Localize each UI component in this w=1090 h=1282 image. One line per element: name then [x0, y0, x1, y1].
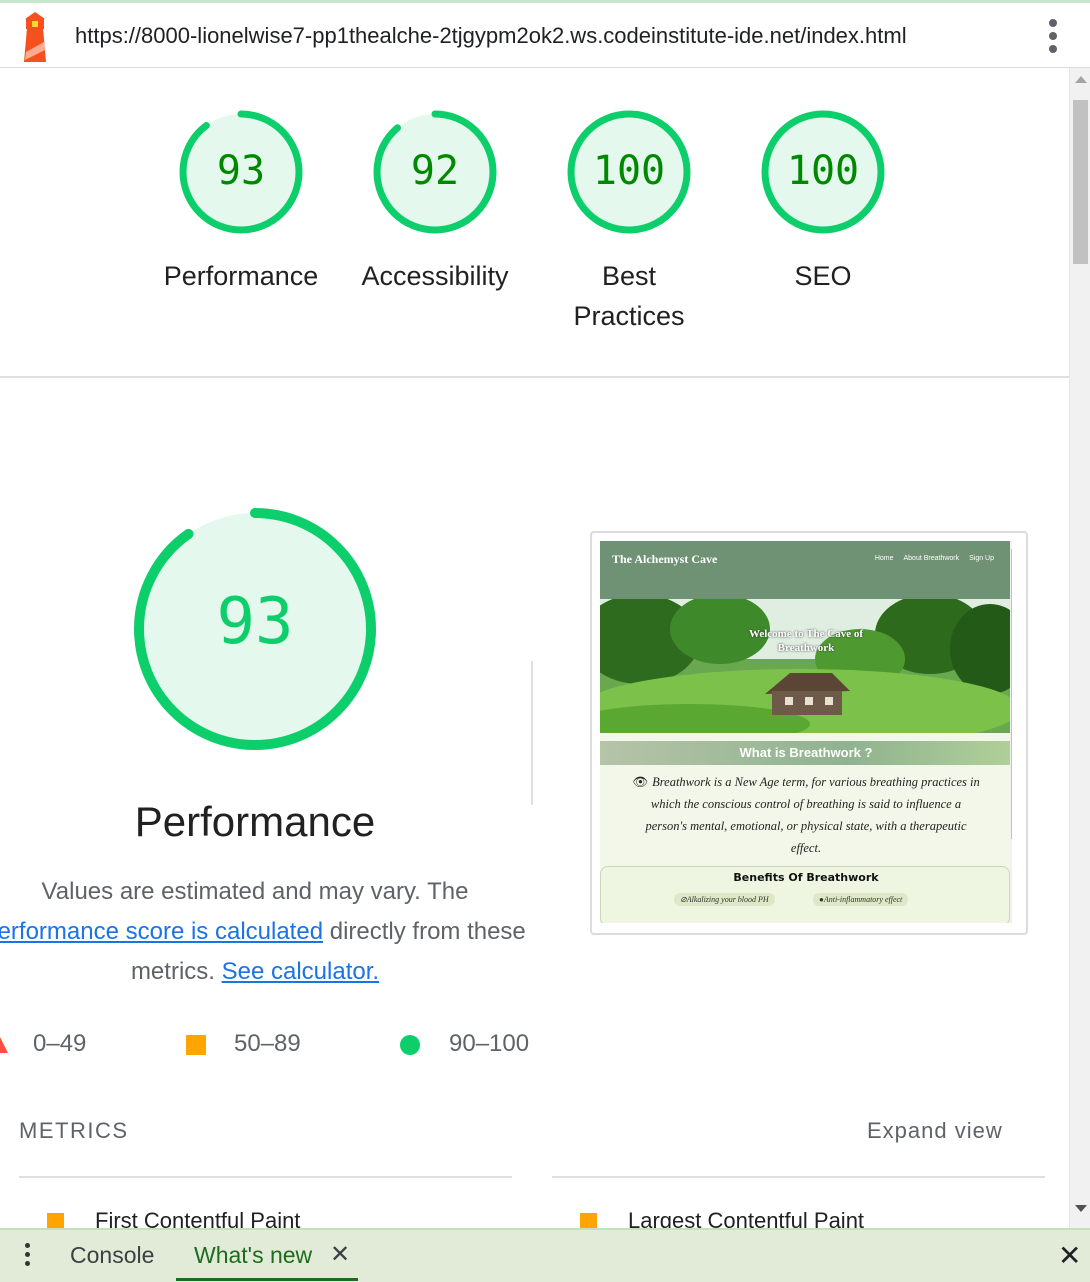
- page-url[interactable]: https://8000-lionelwise7-pp1thealche-2tj…: [75, 23, 907, 49]
- screenshot-scrollbar: [1010, 541, 1012, 923]
- metrics-header: METRICS: [19, 1118, 129, 1143]
- hero-image: Welcome to The Cave of Breathwork: [600, 599, 1012, 733]
- benefit-chip: ●Anti-inflammatory effect: [813, 893, 909, 906]
- site-nav-links: Home About Breathwork Sign Up: [867, 555, 994, 562]
- score-value: 93: [216, 148, 266, 194]
- paragraph-text: Breathwork is a New Age term, for variou…: [645, 775, 980, 855]
- section-heading: What is Breathwork ?: [600, 741, 1012, 765]
- legend-label: 50–89: [234, 1030, 301, 1057]
- score-value: 92: [410, 148, 460, 194]
- score-calculated-link[interactable]: performance score is calculated: [0, 918, 323, 945]
- score-gauge-3[interactable]: 100 SEO: [743, 106, 903, 296]
- section-divider: [0, 376, 1069, 378]
- metrics-divider: [19, 1176, 512, 1178]
- scrollbar-thumb[interactable]: [1073, 100, 1088, 264]
- score-value: 100: [592, 148, 666, 194]
- score-label: Performance: [163, 261, 319, 291]
- hero-title-line-1: Welcome to The Cave of: [748, 628, 864, 640]
- circle-icon: [400, 1035, 420, 1055]
- performance-title: Performance: [134, 798, 376, 845]
- legend-label: 90–100: [449, 1030, 530, 1057]
- nav-about: About Breathwork: [903, 555, 960, 562]
- triangle-icon: [0, 1037, 8, 1053]
- performance-score: 93: [216, 585, 294, 659]
- tab-console[interactable]: Console: [70, 1242, 154, 1269]
- nav-home: Home: [874, 555, 894, 562]
- tab-whats-new[interactable]: What's new: [194, 1242, 312, 1269]
- breathwork-paragraph: 👁 Breathwork is a New Age term, for vario…: [630, 771, 982, 859]
- close-drawer-icon[interactable]: ✕: [1058, 1239, 1081, 1272]
- legend-average: 50–89: [186, 1030, 316, 1060]
- landscape-image: [600, 599, 1012, 733]
- benefit-chip: ⊘Alkalizing your blood PH: [674, 893, 775, 906]
- close-tab-icon[interactable]: ✕: [330, 1240, 350, 1269]
- score-label: SEO: [794, 261, 852, 291]
- devtools-drawer: Console What's new ✕ ✕: [0, 1228, 1090, 1282]
- hero-title: Welcome to The Cave of Breathwork: [600, 627, 1012, 655]
- site-brand: The Alchemyst Cave: [612, 552, 718, 566]
- more-options-icon[interactable]: [1044, 19, 1062, 55]
- eye-icon: 👁: [632, 775, 649, 789]
- screenshot-page: The Alchemyst Cave Home About Breathwork…: [600, 541, 1012, 923]
- desc-text: Values are estimated and may vary. The: [41, 878, 469, 905]
- score-gauge-2[interactable]: 100 Best Practices: [549, 106, 709, 336]
- section-heading-text: What is Breathwork ?: [739, 745, 873, 760]
- lighthouse-logo-icon: [24, 12, 46, 62]
- url-bar: https://8000-lionelwise7-pp1thealche-2tj…: [0, 0, 1090, 68]
- final-screenshot[interactable]: The Alchemyst Cave Home About Breathwork…: [590, 531, 1028, 935]
- score-gauge-1[interactable]: 92 Accessibility: [355, 106, 515, 296]
- vertical-scrollbar[interactable]: [1069, 68, 1090, 1228]
- score-label: Best Practices: [573, 261, 685, 331]
- hero-title-line-2: Breathwork: [777, 642, 835, 654]
- legend-fail: 0–49: [0, 1030, 90, 1060]
- score-gauge-0[interactable]: 93 Performance: [161, 106, 321, 296]
- drawer-menu-icon[interactable]: [22, 1243, 32, 1271]
- chip-label: Anti-inflammatory effect: [823, 895, 903, 904]
- site-navbar: The Alchemyst Cave Home About Breathwork…: [600, 541, 1012, 599]
- check-circle-icon: ⊘: [680, 895, 687, 904]
- legend-label: 0–49: [33, 1030, 87, 1057]
- metrics-divider: [552, 1176, 1045, 1178]
- scroll-up-icon[interactable]: [1075, 76, 1087, 83]
- expand-view-button[interactable]: Expand view: [867, 1118, 1003, 1144]
- square-icon: [186, 1035, 206, 1055]
- score-label: Accessibility: [361, 261, 509, 291]
- see-calculator-link[interactable]: See calculator.: [222, 958, 379, 985]
- performance-description: Values are estimated and may vary. The p…: [0, 872, 530, 992]
- scroll-down-icon[interactable]: [1075, 1205, 1087, 1212]
- benefits-title: Benefits Of Breathwork: [733, 871, 879, 884]
- nav-signup: Sign Up: [969, 555, 994, 562]
- benefits-box: Benefits Of Breathwork ⊘Alkalizing your …: [600, 866, 1010, 923]
- vertical-divider: [531, 661, 533, 805]
- legend-pass: 90–100: [400, 1030, 540, 1060]
- active-tab-indicator: [176, 1278, 358, 1281]
- score-value: 100: [786, 148, 860, 194]
- chip-label: Alkalizing your blood PH: [686, 895, 769, 904]
